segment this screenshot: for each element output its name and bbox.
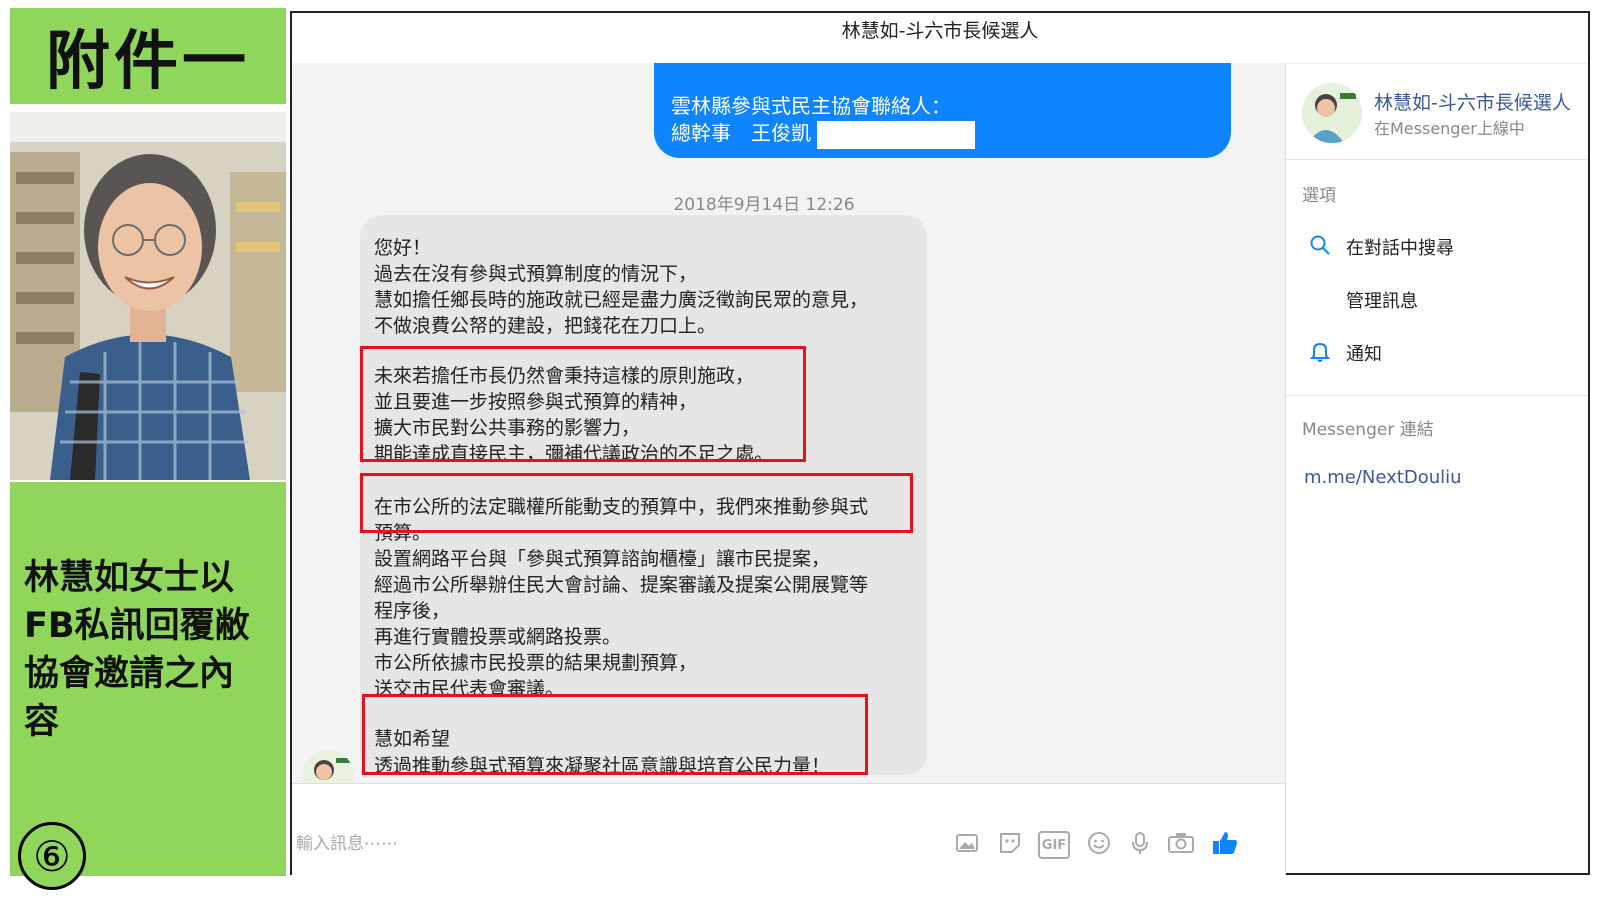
caption-text: 林慧如女士以 FB私訊回覆敝 協會邀請之內 容 (24, 558, 250, 742)
image-icon[interactable] (952, 828, 982, 858)
highlight-box (360, 473, 913, 533)
option-search-in-conversation[interactable]: 在對話中搜尋 (1346, 234, 1454, 260)
redacted-block (817, 120, 975, 149)
chat-area[interactable]: 雲林縣參與式民主協會聯絡人： 總幹事 王俊凱 2018年9月14日 12:26 … (292, 63, 1285, 831)
image-icon-glyph (956, 834, 978, 852)
caption-box: 林慧如女士以 FB私訊回覆敝 協會邀請之內 容 ⑥ (10, 482, 286, 890)
conversation-title: 林慧如-斗六市長候選人 (841, 20, 1039, 42)
emoji-icon-glyph (1088, 832, 1110, 854)
contact-status: 在Messenger上線中 (1374, 119, 1525, 138)
composer-bar: GIF (292, 783, 1285, 876)
gif-icon[interactable]: GIF (1038, 831, 1070, 859)
attachment-title: 附件一 (10, 8, 286, 104)
microphone-icon[interactable] (1125, 828, 1155, 858)
message-line: 您好！ (374, 237, 432, 259)
page-number-badge: ⑥ (18, 822, 86, 890)
message-line: 慧如擔任鄉長時的施政就已經是盡力廣泛徵詢民眾的意見， (374, 289, 869, 311)
messenger-window: 林慧如-斗六市長候選人 雲林縣參與式民主協會聯絡人： 總幹事 王俊凱 2018年… (290, 11, 1590, 876)
thumbs-up-icon-glyph (1213, 832, 1237, 854)
messenger-link[interactable]: m.me/NextDouliu (1304, 467, 1462, 488)
message-line: 再進行實體投票或網路投票。 (374, 626, 622, 648)
message-timestamp: 2018年9月14日 12:26 (673, 195, 855, 215)
sidebar-separator (1286, 395, 1588, 396)
camera-icon[interactable] (1166, 828, 1196, 858)
candidate-photo-illustration (10, 112, 286, 480)
highlight-box (360, 346, 806, 462)
contact-name: 林慧如-斗六市長候選人 (1374, 92, 1571, 114)
message-input[interactable] (294, 828, 598, 860)
options-heading: 選項 (1302, 186, 1336, 206)
message-line: 設置網路平台與「參與式預算諮詢櫃檯」讓市民提案， (374, 548, 831, 570)
sticker-icon-glyph (1000, 833, 1020, 853)
links-heading: Messenger 連結 (1302, 420, 1434, 440)
microphone-icon-glyph (1132, 832, 1148, 854)
contact-avatar[interactable] (1302, 83, 1362, 143)
sticker-icon[interactable] (995, 828, 1025, 858)
thumbs-up-icon[interactable] (1210, 828, 1240, 858)
message-line: 不做浪費公帑的建設，把錢花在刀口上。 (374, 315, 717, 337)
message-line: 程序後， (374, 600, 451, 622)
highlight-box (362, 694, 868, 775)
emoji-icon[interactable] (1084, 828, 1114, 858)
message-line: 市公所依據市民投票的結果規劃預算， (374, 652, 698, 674)
conversation-sidebar: 林慧如-斗六市長候選人 在Messenger上線中 選項 在對話中搜尋 管理訊息… (1286, 63, 1588, 875)
candidate-photo (10, 112, 286, 480)
option-notifications[interactable]: 通知 (1346, 340, 1382, 366)
contact-avatar-image (1302, 83, 1362, 143)
attachment-panel: 附件一 林慧如女士以 FB私訊回覆敝 協會邀請之內 容 ⑥ (10, 8, 286, 890)
bell-icon-glyph (1309, 342, 1331, 362)
search-icon (1308, 233, 1334, 259)
search-icon-glyph (1310, 235, 1330, 255)
bell-icon (1308, 339, 1334, 365)
message-line: 經過市公所舉辦住民大會討論、提案審議及提案公開展覽等 (374, 574, 869, 596)
option-manage-messages[interactable]: 管理訊息 (1346, 287, 1418, 313)
sent-message-line: 雲林縣參與式民主協會聯絡人： (671, 94, 951, 118)
message-line: 過去在沒有參與式預算制度的情況下， (374, 263, 698, 285)
sent-message-line: 總幹事 王俊凱 (671, 121, 811, 145)
sent-message-bubble: 雲林縣參與式民主協會聯絡人： 總幹事 王俊凱 (654, 63, 1231, 158)
sidebar-separator (1286, 159, 1588, 160)
camera-icon-glyph (1168, 833, 1194, 853)
